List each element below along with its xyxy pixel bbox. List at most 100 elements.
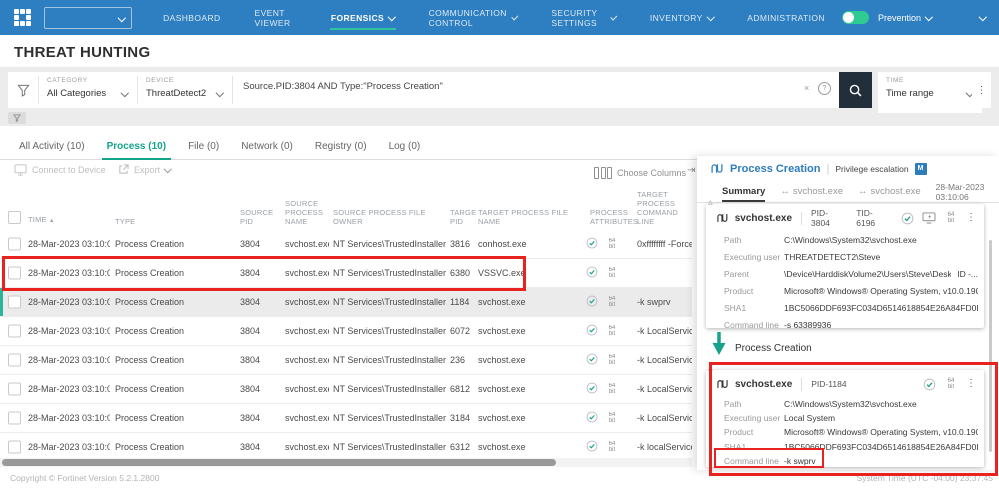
column-header-source-process-file-owner[interactable]: SOURCE PROCESS FILE OWNER	[333, 208, 453, 226]
card-menu-icon[interactable]: ⋮	[966, 379, 976, 389]
search-query-input[interactable]: Source.PID:3804 AND Type:"Process Creati…	[233, 72, 804, 108]
tab-registry-0[interactable]: Registry (0)	[304, 134, 378, 159]
table-row[interactable]: 28-Mar-2023 03:10:07Process Creation3804…	[0, 346, 692, 375]
nav-item-label: INVENTORY	[650, 13, 703, 23]
main-menu: DASHBOARDEVENT VIEWER FORENSICS COMMUNICAT…	[146, 0, 842, 35]
panel-tab-summary[interactable]: Summary	[722, 181, 765, 202]
export-button[interactable]: Export	[118, 164, 171, 175]
nav-item-forensics[interactable]: FORENSICS	[314, 0, 412, 35]
nav-item-dashboard[interactable]: DASHBOARD	[146, 0, 237, 35]
arch-64bit-badge: 64bit	[605, 354, 619, 366]
time-label: TIME	[886, 77, 974, 84]
cell-source-process-file-owner: NT Services\TrustedInstaller	[333, 384, 447, 394]
column-header-time[interactable]: TIME ▲	[28, 215, 108, 226]
choose-columns-button[interactable]: Choose Columns	[594, 167, 686, 179]
panel-scrollbar-thumb[interactable]	[989, 240, 992, 452]
cell-source-process-name: svchost.exe	[285, 413, 329, 423]
nav-item-communication-control[interactable]: COMMUNICATION CONTROL	[412, 0, 535, 35]
mitre-badge[interactable]: M	[915, 163, 927, 175]
table-row[interactable]: 28-Mar-2023 03:10:06Process Creation3804…	[0, 288, 692, 317]
filter-more-button[interactable]: ⋮	[972, 72, 991, 108]
arch-64bit-badge: 64bit	[605, 238, 619, 250]
source-card-fields: PathC:\Windows\System32\svchost.exeExecu…	[724, 231, 978, 333]
device-selector[interactable]: DEVICE ThreatDetect2	[138, 72, 232, 108]
collapse-card-icon[interactable]: △	[708, 365, 713, 372]
export-icon	[118, 164, 129, 175]
cell-source-process-file-owner: NT Services\TrustedInstaller	[333, 239, 447, 249]
cell-source-process-name: svchost.exe	[285, 326, 329, 336]
cell-command-line: -k LocalServiceAndN	[637, 413, 692, 423]
table-row[interactable]: 28-Mar-2023 03:10:05Process Creation3804…	[0, 259, 692, 288]
table-row[interactable]: 28-Mar-2023 03:10:07Process Creation3804…	[0, 317, 692, 346]
copyright-text: Copyright © Fortinet Version 5.2.1.2800	[10, 473, 159, 483]
row-checkbox[interactable]	[8, 296, 21, 309]
filter-funnel-icon[interactable]	[8, 72, 38, 108]
row-checkbox[interactable]	[8, 267, 21, 280]
nav-item-inventory[interactable]: INVENTORY	[633, 0, 730, 35]
column-header-source-pid[interactable]: SOURCE PID	[240, 208, 278, 226]
saved-filter-button[interactable]	[8, 112, 26, 124]
cell-target-process-file-name: conhost.exe	[478, 239, 586, 249]
row-checkbox[interactable]	[8, 441, 21, 454]
nav-item-administration[interactable]: ADMINISTRATION	[730, 0, 842, 35]
chevron-down-icon[interactable]	[925, 13, 933, 21]
category-selector[interactable]: CATEGORY All Categories	[39, 72, 137, 108]
clear-query-icon[interactable]: ×	[804, 72, 818, 108]
field-label: Command line	[724, 456, 784, 466]
table-row[interactable]: 28-Mar-2023 03:10:07Process Creation3804…	[0, 404, 692, 433]
field-value: \Device\HarddiskVolume2\Users\Steve\Desk…	[784, 269, 951, 279]
cell-source-process-file-owner: NT Services\TrustedInstaller	[333, 268, 447, 278]
cell-target-process-file-name: svchost.exe	[478, 355, 586, 365]
column-header-type[interactable]: TYPE	[115, 217, 225, 226]
table-row[interactable]: 28-Mar-2023 03:10:03Process Creation3804…	[0, 230, 692, 259]
row-checkbox[interactable]	[8, 412, 21, 425]
org-selector-dropdown[interactable]	[44, 7, 132, 29]
search-button[interactable]	[839, 72, 872, 108]
panel-tabs: Summary↔svchost.exe↔svchost.exe28-Mar-20…	[697, 181, 999, 203]
select-all-checkbox[interactable]	[8, 211, 21, 224]
category-label: CATEGORY	[47, 77, 129, 84]
target-process-card: △ svchost.exe PID-1184 64bit ⋮ PathC:\Wi…	[706, 370, 984, 467]
row-checkbox[interactable]	[8, 383, 21, 396]
tab-network-0[interactable]: Network (0)	[230, 134, 304, 159]
user-menu-chevron-icon[interactable]	[978, 13, 986, 21]
row-checkbox[interactable]	[8, 325, 21, 338]
cell-target-process-file-name: svchost.exe	[478, 297, 586, 307]
nav-item-event-viewer[interactable]: EVENT VIEWER	[238, 0, 314, 35]
field-label: Product	[724, 286, 784, 296]
tab-file-0[interactable]: File (0)	[177, 134, 230, 159]
column-header-process-attributes[interactable]: PROCESS ATTRIBUTES	[590, 208, 636, 226]
panel-tab-svchost-exe[interactable]: ↔svchost.exe	[858, 181, 921, 202]
tab-log-0[interactable]: Log (0)	[378, 134, 432, 159]
row-checkbox[interactable]	[8, 354, 21, 367]
row-checkbox[interactable]	[8, 238, 21, 251]
cell-command-line: -k LocalService -p -s	[637, 326, 692, 336]
column-header-source-process-name[interactable]: SOURCE PROCESS NAME	[285, 199, 329, 226]
tab-process-10[interactable]: Process (10)	[96, 134, 177, 159]
time-range-selector[interactable]: TIME Time range	[878, 72, 982, 113]
collapse-panel-icon[interactable]: ⇥	[687, 165, 695, 176]
table-row[interactable]: 28-Mar-2023 03:10:07Process Creation3804…	[0, 375, 692, 404]
field-value: -s 63389936	[784, 320, 978, 330]
collapse-card-icon[interactable]: △	[708, 199, 713, 206]
column-header-target-pid[interactable]: TARGE PID	[450, 208, 480, 226]
connect-to-device-button[interactable]: Connect to Device	[14, 164, 106, 176]
prevention-toggle[interactable]	[842, 11, 869, 24]
card-menu-icon[interactable]: ⋮	[966, 213, 976, 223]
table-header: TIME ▲ TYPE SOURCE PID SOURCE PROCESS NA…	[0, 196, 692, 231]
field-value: 1BC5066DDF693FC034D6514618854E26A84FD0D1	[784, 442, 978, 452]
detail-field-row: Executing userLocal System	[724, 411, 978, 425]
cell-command-line: -k LocalServiceAndN	[637, 355, 692, 365]
mode-label[interactable]: Prevention	[878, 13, 921, 23]
cell-target-process-file-name: svchost.exe	[478, 384, 586, 394]
horizontal-scrollbar-thumb[interactable]	[2, 459, 556, 466]
tab-all-activity-10[interactable]: All Activity (10)	[8, 134, 96, 159]
panel-tab-svchost-exe[interactable]: ↔svchost.exe	[780, 181, 843, 202]
chevron-down-icon	[215, 89, 223, 97]
query-help-icon[interactable]: ?	[818, 82, 831, 95]
column-header-target-process-file-name[interactable]: TARGET PROCESS FILE NAME	[478, 208, 588, 226]
signed-certificate-icon	[586, 411, 598, 425]
nav-item-security-settings[interactable]: SECURITY SETTINGS	[534, 0, 633, 35]
column-header-target-process-command-line[interactable]: TARGET PROCESS COMMAND LINE	[637, 190, 693, 226]
nav-item-label: FORENSICS	[331, 13, 384, 23]
